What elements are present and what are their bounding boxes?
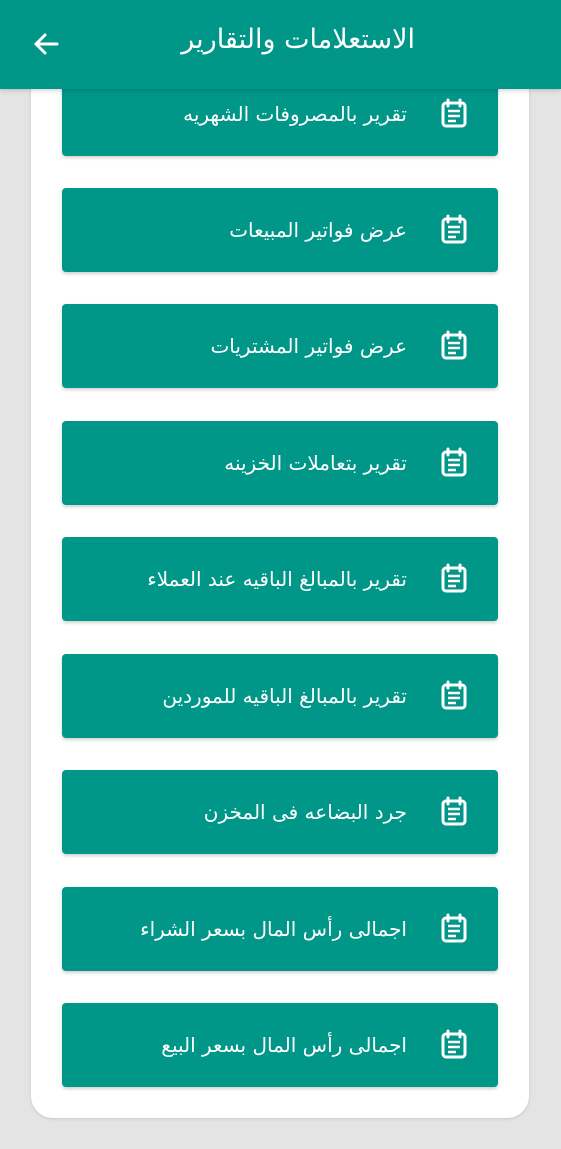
supplier-balances-report-button[interactable]: تقرير بالمبالغ الباقيه للموردين [62, 654, 498, 738]
report-button-label: اجمالى رأس المال بسعر الشراء [140, 917, 407, 941]
report-button-label: تقرير بالمبالغ الباقيه للموردين [162, 684, 407, 708]
report-button-label: تقرير بالمبالغ الباقيه عند العملاء [147, 567, 407, 591]
report-button-label: اجمالى رأس المال بسعر البيع [161, 1033, 407, 1057]
page-title: الاستعلامات والتقارير [181, 24, 415, 55]
report-button-label: عرض فواتير المبيعات [229, 218, 407, 242]
report-document-icon [441, 913, 467, 943]
treasury-transactions-report-button[interactable]: تقرير بتعاملات الخزينه [62, 421, 498, 505]
report-document-icon [441, 680, 467, 710]
report-document-icon [441, 796, 467, 826]
sales-invoices-button[interactable]: عرض فواتير المبيعات [62, 188, 498, 272]
report-document-icon [441, 330, 467, 360]
report-button-label: تقرير بتعاملات الخزينه [224, 451, 407, 475]
report-document-icon [441, 214, 467, 244]
report-document-icon [441, 447, 467, 477]
report-document-icon [441, 563, 467, 593]
report-document-icon [441, 98, 467, 128]
inventory-count-button[interactable]: جرد البضاعه فى المخزن [62, 770, 498, 854]
back-button[interactable] [22, 20, 70, 68]
purchase-invoices-button[interactable]: عرض فواتير المشتريات [62, 304, 498, 388]
arrow-back-icon [34, 33, 59, 55]
app-bar: الاستعلامات والتقارير [0, 0, 561, 89]
report-button-label: جرد البضاعه فى المخزن [203, 800, 407, 824]
customer-balances-report-button[interactable]: تقرير بالمبالغ الباقيه عند العملاء [62, 537, 498, 621]
report-document-icon [441, 1029, 467, 1059]
report-button-label: عرض فواتير المشتريات [210, 334, 407, 358]
capital-at-sale-price-button[interactable]: اجمالى رأس المال بسعر البيع [62, 1003, 498, 1087]
capital-at-purchase-price-button[interactable]: اجمالى رأس المال بسعر الشراء [62, 887, 498, 971]
report-list: تقرير بالمصروفات الشهريه عرض فواتير المب… [0, 0, 561, 1149]
